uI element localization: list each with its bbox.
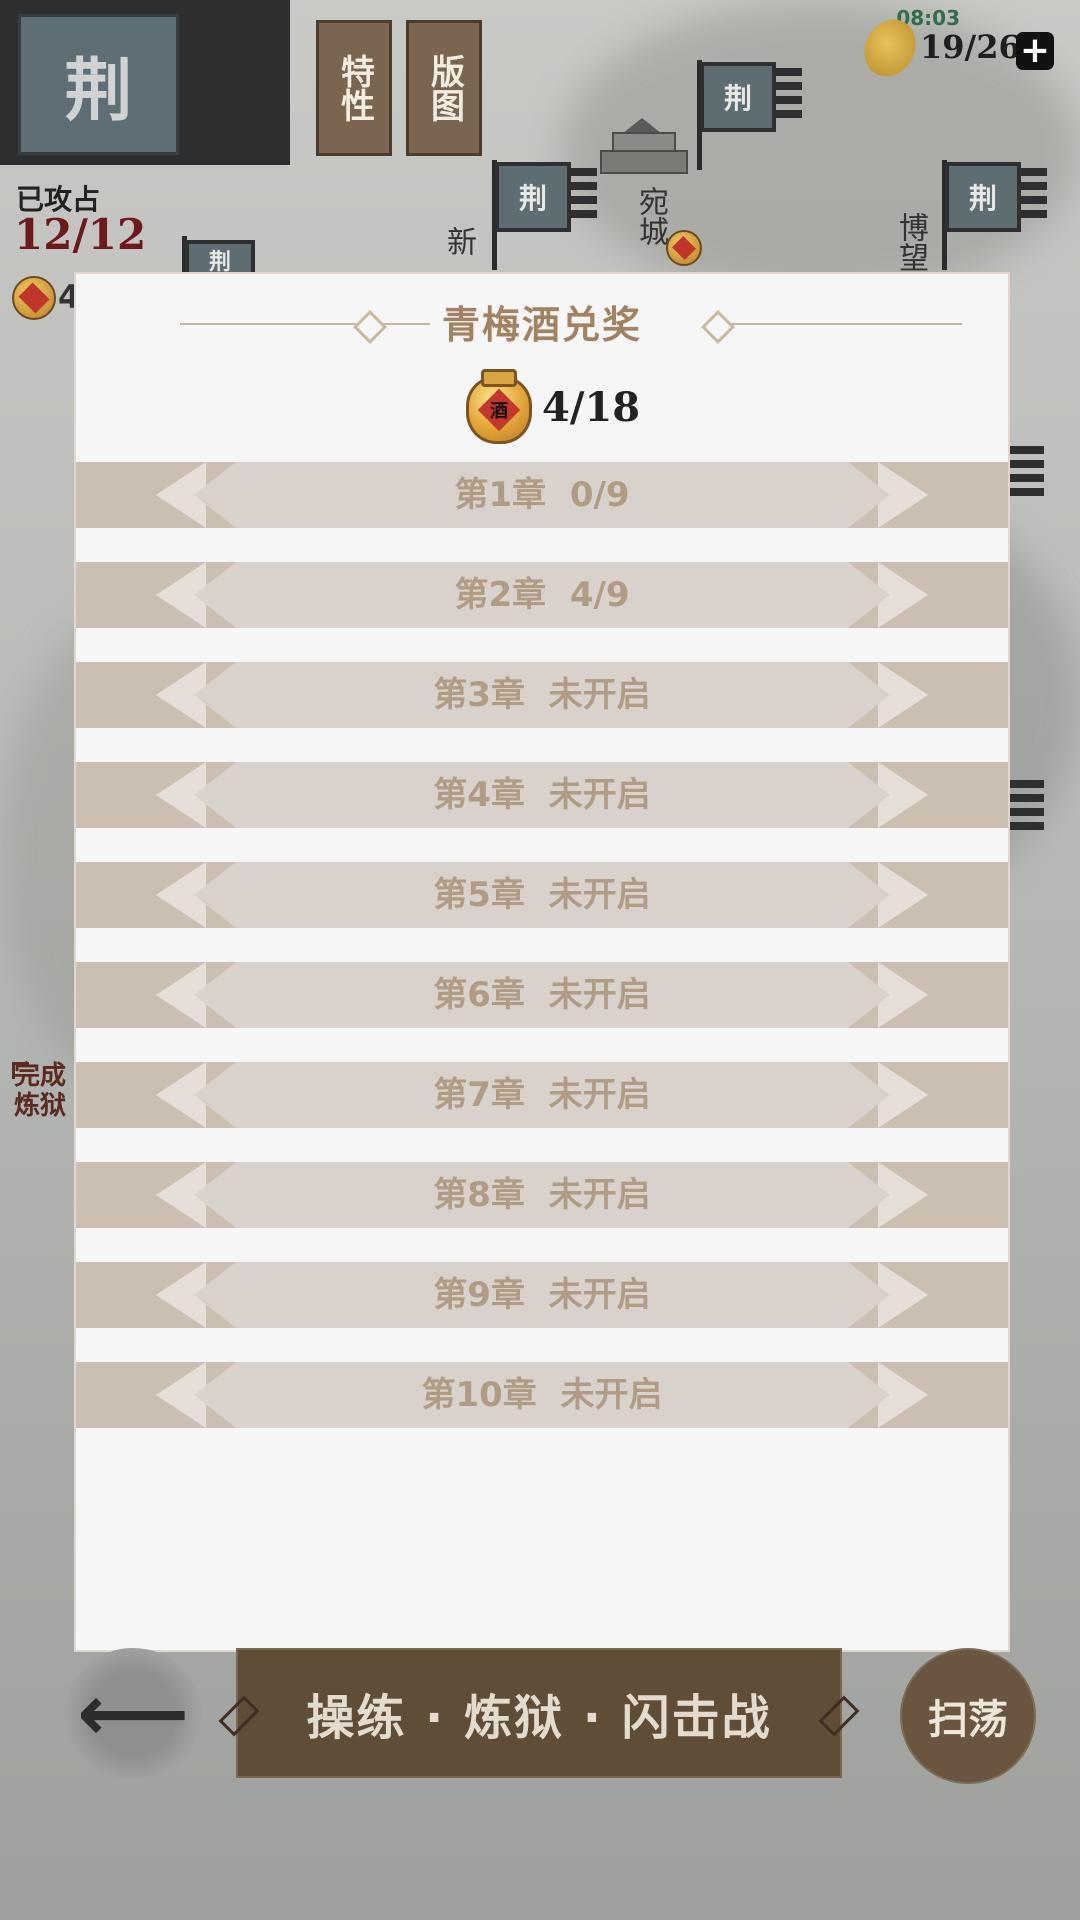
chapter-label: 第8章 未开启 (76, 1162, 1008, 1228)
tab-traits[interactable]: 特性 (316, 20, 392, 156)
chapter-row[interactable]: 第7章 未开启 (76, 1062, 1008, 1128)
chapter-name: 第5章 (433, 875, 525, 915)
city-flag-label: 荆 (968, 182, 997, 215)
chapter-row[interactable]: 第8章 未开启 (76, 1162, 1008, 1228)
chapter-label: 第4章 未开启 (76, 762, 1008, 828)
city-flag[interactable]: 荆 (700, 62, 776, 132)
city-flag[interactable]: 荆 (495, 162, 571, 232)
wine-count: 4/18 (542, 384, 641, 431)
sweep-button-label: 扫荡 (928, 1697, 1008, 1743)
wine-jar-icon: 酒 (466, 369, 532, 444)
chapter-name: 第2章 (454, 575, 547, 615)
chapter-name: 第7章 (433, 1075, 525, 1115)
flag-tail (1008, 780, 1044, 830)
city-flag[interactable]: 荆 (945, 162, 1021, 232)
chapter-status: 未开启 (548, 1075, 651, 1115)
chapter-label: 第10章 未开启 (76, 1362, 1008, 1428)
add-food-button[interactable]: + (1016, 32, 1054, 70)
city-name-xin[interactable]: 新 (436, 226, 480, 256)
sweep-button[interactable]: 扫荡 (900, 1648, 1036, 1784)
chapter-name: 第3章 (433, 675, 525, 715)
city-flag-label: 荆 (723, 82, 752, 115)
chapter-label: 第5章 未开启 (76, 862, 1008, 928)
chapter-status: 未开启 (548, 1175, 651, 1215)
chapter-label: 第7章 未开启 (76, 1062, 1008, 1128)
faction-banner[interactable]: 荆 (0, 0, 290, 165)
chapter-row[interactable]: 第9章 未开启 (76, 1262, 1008, 1328)
chapter-row[interactable]: 第5章 未开启 (76, 862, 1008, 928)
chapter-label: 第9章 未开启 (76, 1262, 1008, 1328)
flag-tail (1008, 446, 1044, 496)
city-name-bowang[interactable]: 博望 (888, 212, 932, 272)
side-note: 完成 炼狱 (11, 1061, 67, 1121)
city-name-wancheng[interactable]: 宛城 (628, 186, 672, 246)
chapter-label: 第6章 未开启 (76, 962, 1008, 1028)
city-wine-icon (666, 230, 702, 266)
plus-icon: + (1019, 30, 1051, 71)
chapter-label: 第2章 4/9 (76, 562, 1008, 628)
mode-button-label: 操练 · 炼狱 · 闪击战 (306, 1690, 772, 1746)
tab-territory[interactable]: 版图 (406, 20, 482, 156)
chapter-status: 4/9 (569, 575, 630, 615)
food-count: 19/26 (920, 28, 1021, 66)
chapter-status: 未开启 (548, 675, 651, 715)
chapter-row[interactable]: 第10章 未开启 (76, 1362, 1008, 1428)
chapter-status: 未开启 (548, 975, 651, 1015)
flag-tail (567, 168, 597, 218)
mode-button[interactable]: 操练 · 炼狱 · 闪击战 (218, 1648, 860, 1778)
modal-title: 青梅酒兑奖 (441, 303, 642, 347)
arrow-left-icon: ⟵ (77, 1669, 189, 1759)
chapter-list: 第1章 0/9 第2章 4/9 第3章 未开启 第4章 未开启 第5章 未开启 第6章 未… (76, 462, 1008, 1462)
chapter-name: 第4章 (433, 775, 525, 815)
chapter-label: 第3章 未开启 (76, 662, 1008, 728)
tab-territory-label: 版图 (424, 54, 465, 122)
chapter-name: 第10章 (421, 1375, 537, 1415)
flag-tail (772, 68, 802, 118)
city-flag-label: 荆 (518, 182, 547, 215)
chapter-row[interactable]: 第1章 0/9 (76, 462, 1008, 528)
conquered-count: 12/12 (14, 210, 147, 259)
chapter-status: 未开启 (548, 875, 651, 915)
tab-traits-label: 特性 (334, 54, 375, 122)
chapter-row[interactable]: 第6章 未开启 (76, 962, 1008, 1028)
wine-reward-modal: 青梅酒兑奖 酒 4/18 第1章 0/9 第2章 4/9 第3章 未开启 第4章 未开… (74, 272, 1010, 1652)
chapter-name: 第8章 (433, 1175, 525, 1215)
chapter-label: 第1章 0/9 (76, 462, 1008, 528)
chapter-status: 0/9 (569, 475, 630, 515)
wine-jar-icon (12, 276, 56, 320)
chapter-name: 第9章 (433, 1275, 525, 1315)
banner-tail (190, 10, 290, 152)
chapter-row[interactable]: 第2章 4/9 (76, 562, 1008, 628)
chapter-status: 未开启 (548, 775, 651, 815)
chapter-name: 第1章 (454, 475, 547, 515)
faction-banner-label: 荆 (18, 14, 179, 155)
wine-jar-seal: 酒 (490, 401, 508, 422)
chapter-name: 第6章 (433, 975, 525, 1015)
chapter-row[interactable]: 第3章 未开启 (76, 662, 1008, 728)
chapter-row[interactable]: 第4章 未开启 (76, 762, 1008, 828)
chapter-status: 未开启 (548, 1275, 651, 1315)
chapter-status: 未开启 (560, 1375, 663, 1415)
flag-tail (1017, 168, 1047, 218)
fortress-icon[interactable] (600, 118, 688, 174)
back-button[interactable]: ⟵ (64, 1648, 202, 1780)
